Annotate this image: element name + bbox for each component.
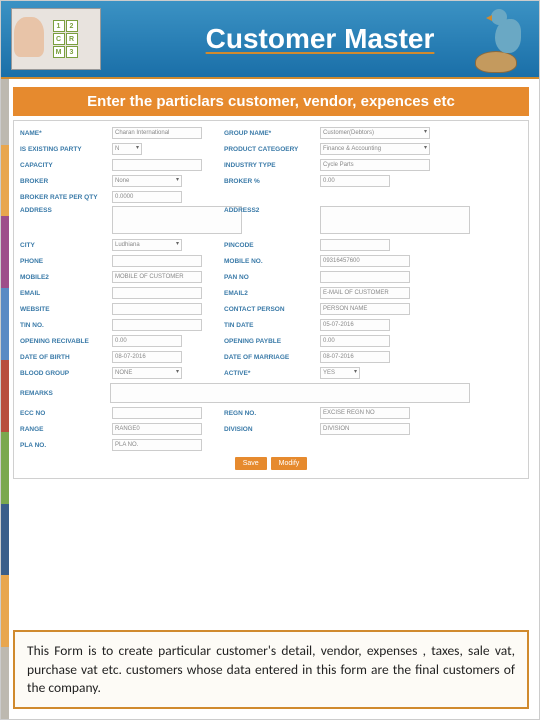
brokerrate-label: BROKER RATE PER QTY bbox=[20, 192, 110, 203]
industry-input[interactable]: Cycle Parts bbox=[320, 159, 430, 171]
groupname-label: GROUP NAME* bbox=[218, 128, 318, 139]
mobile2-label: MOBILE2 bbox=[20, 272, 110, 283]
active-select[interactable]: YES bbox=[320, 367, 360, 379]
pincode-label: PINCODE bbox=[218, 240, 318, 251]
openpay-label: OPENING PAYBLE bbox=[218, 336, 318, 347]
website-input[interactable] bbox=[112, 303, 202, 315]
form-area: NAME* Charan International GROUP NAME* C… bbox=[13, 120, 529, 479]
name-label: NAME* bbox=[20, 128, 110, 139]
regn-input[interactable]: EXCISE REGN NO bbox=[320, 407, 410, 419]
division-input[interactable]: DIVISION bbox=[320, 423, 410, 435]
name-input[interactable]: Charan International bbox=[112, 127, 202, 139]
brokerpct-label: BROKER % bbox=[218, 176, 318, 187]
pan-input[interactable] bbox=[320, 271, 410, 283]
remarks-textarea[interactable] bbox=[110, 383, 470, 403]
crm-image: 12 CR M3 bbox=[11, 8, 101, 70]
email-label: EMAIL bbox=[20, 288, 110, 299]
ecc-input[interactable] bbox=[112, 407, 202, 419]
pla-label: PLA NO. bbox=[20, 440, 110, 451]
modify-button[interactable]: Modify bbox=[271, 457, 308, 470]
prodcat-label: PRODUCT CATEGOERY bbox=[218, 144, 318, 155]
dom-input[interactable]: 08-07-2016 bbox=[320, 351, 390, 363]
phone-label: PHONE bbox=[20, 256, 110, 267]
mobile-input[interactable]: 09316457600 bbox=[320, 255, 410, 267]
address-label: ADDRESS bbox=[20, 205, 110, 216]
dob-label: DATE OF BIRTH bbox=[20, 352, 110, 363]
pla-input[interactable]: PLA NO. bbox=[112, 439, 202, 451]
email-input[interactable] bbox=[112, 287, 202, 299]
openrecv-label: OPENING RECIVABLE bbox=[20, 336, 110, 347]
capacity-label: CAPACITY bbox=[20, 160, 110, 171]
website-label: WEBSITE bbox=[20, 304, 110, 315]
address2-textarea[interactable] bbox=[320, 206, 470, 234]
groupname-select[interactable]: Customer(Debtors) bbox=[320, 127, 430, 139]
pincode-input[interactable] bbox=[320, 239, 390, 251]
dob-input[interactable]: 08-07-2016 bbox=[112, 351, 182, 363]
prodcat-select[interactable]: Finance & Accounting bbox=[320, 143, 430, 155]
sub-header: Enter the particlars customer, vendor, e… bbox=[13, 87, 529, 116]
pan-label: PAN NO bbox=[218, 272, 318, 283]
blood-select[interactable]: NONE bbox=[112, 367, 182, 379]
openpay-input[interactable]: 0.00 bbox=[320, 335, 390, 347]
regn-label: REGN NO. bbox=[218, 408, 318, 419]
city-select[interactable]: Ludhiana bbox=[112, 239, 182, 251]
broker-label: BROKER bbox=[20, 176, 110, 187]
capacity-input[interactable] bbox=[112, 159, 202, 171]
phone-input[interactable] bbox=[112, 255, 202, 267]
openrecv-input[interactable]: 0.00 bbox=[112, 335, 182, 347]
mobile2-input[interactable]: MOBILE OF CUSTOMER bbox=[112, 271, 202, 283]
range-label: RANGE bbox=[20, 424, 110, 435]
contact-label: CONTACT PERSON bbox=[218, 304, 318, 315]
ecc-label: ECC NO bbox=[20, 408, 110, 419]
address2-label: ADDRESS2 bbox=[218, 205, 318, 216]
brokerpct-input[interactable]: 0.00 bbox=[320, 175, 390, 187]
email2-input[interactable]: E-MAIL OF CUSTOMER bbox=[320, 287, 410, 299]
tindate-label: TIN DATE bbox=[218, 320, 318, 331]
contact-input[interactable]: PERSON NAME bbox=[320, 303, 410, 315]
footer-description: This Form is to create particular custom… bbox=[13, 630, 529, 709]
header-bar: 12 CR M3 Customer Master bbox=[1, 1, 539, 79]
remarks-label: REMARKS bbox=[20, 388, 110, 399]
tin-input[interactable] bbox=[112, 319, 202, 331]
blood-label: BLOOD GROUP bbox=[20, 368, 110, 379]
division-label: DIVISION bbox=[218, 424, 318, 435]
bird-nest-image bbox=[459, 5, 531, 77]
city-label: CITY bbox=[20, 240, 110, 251]
active-label: ACTIVE* bbox=[218, 368, 318, 379]
existing-label: IS EXISTING PARTY bbox=[20, 144, 110, 155]
mobile-label: MOBILE NO. bbox=[218, 256, 318, 267]
left-color-stripes bbox=[1, 1, 9, 719]
industry-label: INDUSTRY TYPE bbox=[218, 160, 318, 171]
tin-label: TIN NO. bbox=[20, 320, 110, 331]
broker-select[interactable]: None bbox=[112, 175, 182, 187]
save-button[interactable]: Save bbox=[235, 457, 267, 470]
dom-label: DATE OF MARRIAGE bbox=[218, 352, 318, 363]
existing-select[interactable]: N bbox=[112, 143, 142, 155]
range-input[interactable]: RANGE0 bbox=[112, 423, 202, 435]
tindate-input[interactable]: 05-07-2016 bbox=[320, 319, 390, 331]
brokerrate-input[interactable]: 0.0000 bbox=[112, 191, 182, 203]
email2-label: EMAIL2 bbox=[218, 288, 318, 299]
